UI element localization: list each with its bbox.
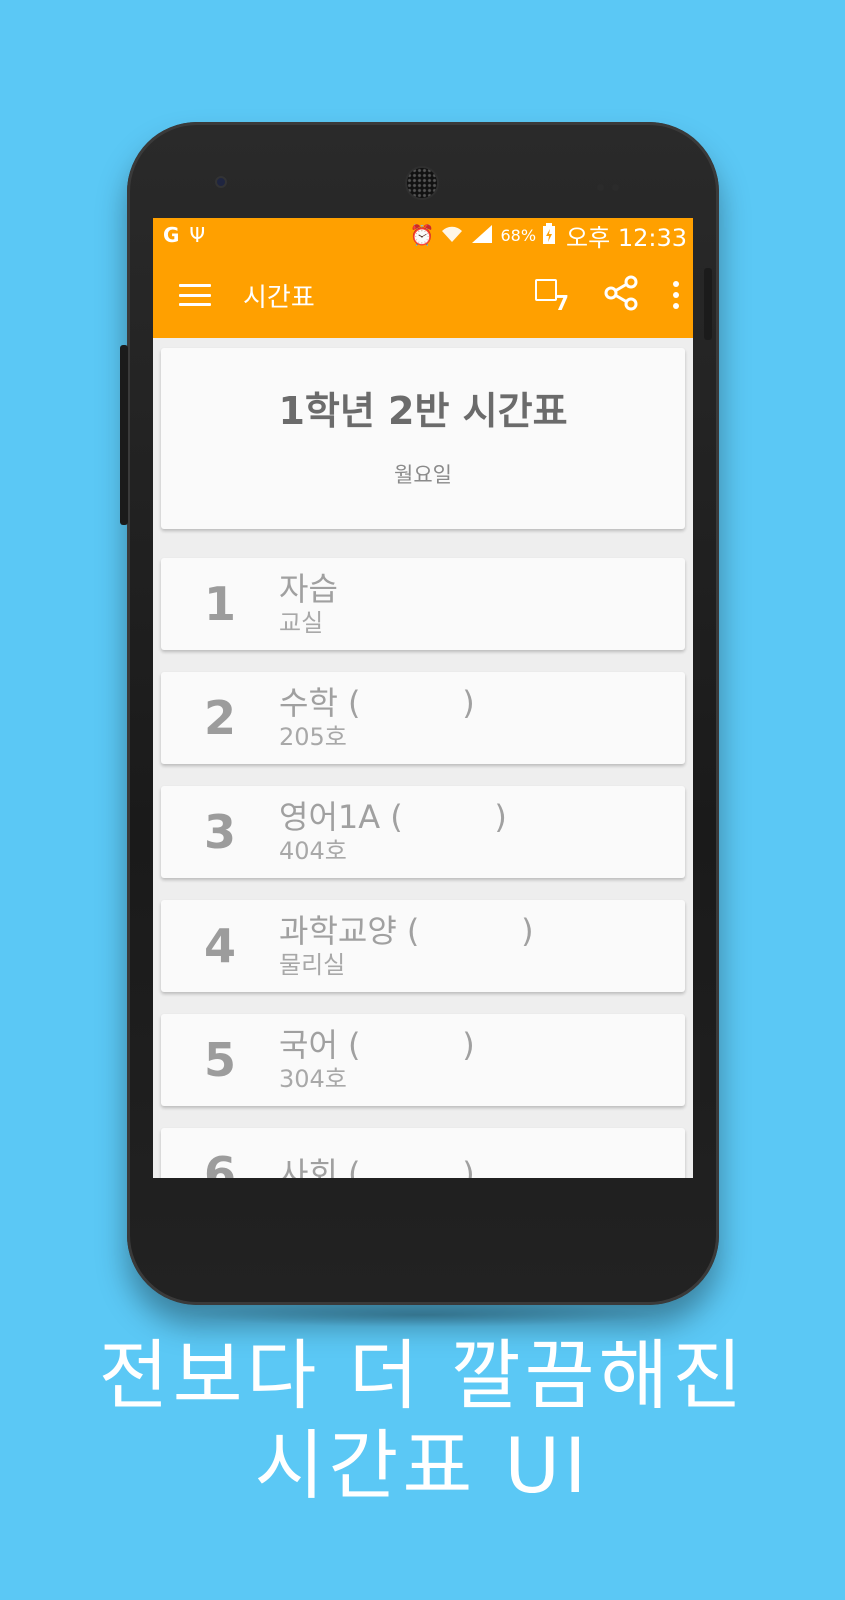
- status-bar: G Ψ ⏰ 68% 오후 12:33: [153, 218, 693, 252]
- period-subject: 사회 ( ): [279, 1155, 475, 1178]
- promo-caption-line1: 전보다 더 깔끔해진: [98, 1331, 747, 1420]
- day-label: 월요일: [394, 463, 452, 487]
- alarm-icon: ⏰: [409, 223, 435, 247]
- period-room: 304호: [279, 1065, 347, 1093]
- timetable-list: 1학년 2반 시간표 월요일 1 자습 교실 2 수학 ( ) 205호 3 영…: [153, 338, 693, 1178]
- period-room: 205호: [279, 723, 347, 751]
- period-number: 6: [203, 1147, 236, 1178]
- power-button: [704, 268, 712, 340]
- proximity-sensors: [597, 176, 637, 191]
- period-card[interactable]: 3 영어1A ( ) 404호: [161, 786, 685, 878]
- share-icon[interactable]: [603, 275, 639, 315]
- period-room: 교실: [279, 609, 324, 637]
- battery-percent: 68%: [500, 225, 537, 245]
- app-bar: 시간표 7: [153, 252, 693, 338]
- period-number: 2: [203, 691, 236, 745]
- battery-charging-icon: [542, 222, 556, 248]
- front-camera: [215, 176, 227, 188]
- period-subject: 영어1A ( ): [279, 798, 507, 836]
- period-number: 5: [203, 1033, 236, 1087]
- menu-icon[interactable]: [179, 284, 211, 306]
- period-card[interactable]: 4 과학교양 ( ) 물리실: [161, 900, 685, 992]
- calendar-day-number: 7: [555, 291, 569, 315]
- more-vert-icon[interactable]: [673, 281, 679, 309]
- period-room: 물리실: [279, 951, 346, 979]
- period-card[interactable]: 5 국어 ( ) 304호: [161, 1014, 685, 1106]
- phone-screen: G Ψ ⏰ 68% 오후 12:33 시간표 7 1학년 2반 시간표 월요일 …: [153, 218, 693, 1178]
- period-subject: 자습: [279, 570, 338, 608]
- promo-caption-line2: 시간표 UI: [254, 1421, 591, 1510]
- period-subject: 국어 ( ): [279, 1026, 475, 1064]
- period-number: 3: [203, 805, 236, 859]
- volume-button: [120, 345, 128, 525]
- period-number: 1: [203, 577, 236, 631]
- period-subject: 과학교양 ( ): [279, 912, 534, 950]
- period-room: 404호: [279, 837, 347, 865]
- carrier-icon: G: [163, 223, 180, 247]
- period-card[interactable]: 6 사회 ( ): [161, 1128, 685, 1178]
- calendar-today-icon[interactable]: 7: [535, 275, 569, 315]
- period-subject: 수학 ( ): [279, 684, 475, 722]
- period-card[interactable]: 1 자습 교실: [161, 558, 685, 650]
- period-card[interactable]: 2 수학 ( ) 205호: [161, 672, 685, 764]
- timetable-header-card: 1학년 2반 시간표 월요일: [161, 348, 685, 529]
- earpiece-speaker: [405, 166, 439, 200]
- clock-time: 오후 12:33: [566, 223, 687, 252]
- signal-icon: [470, 224, 494, 247]
- usb-icon: Ψ: [189, 223, 206, 247]
- app-title: 시간표: [243, 282, 315, 313]
- timetable-title: 1학년 2반 시간표: [278, 389, 568, 433]
- wifi-icon: [440, 224, 464, 247]
- period-number: 4: [203, 919, 236, 973]
